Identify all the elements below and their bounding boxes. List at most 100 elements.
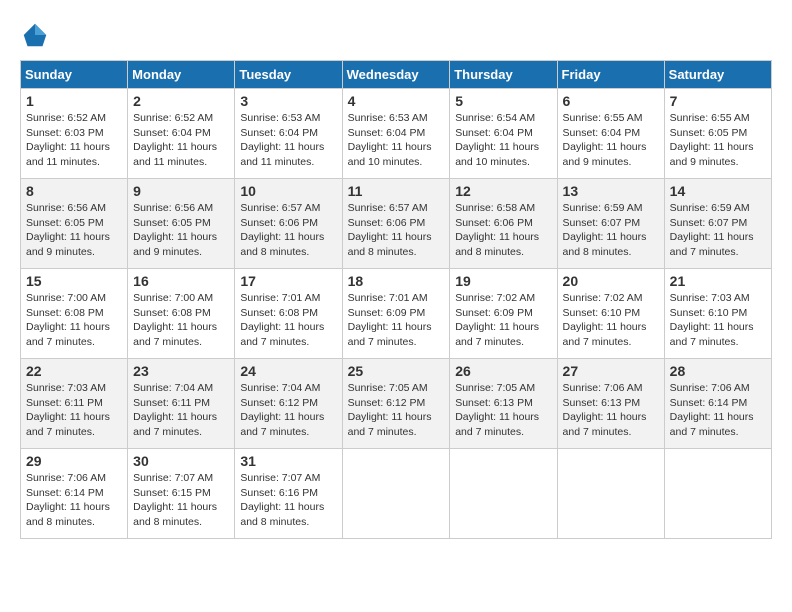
- day-number: 24: [240, 363, 336, 379]
- calendar-day-cell: 31 Sunrise: 7:07 AM Sunset: 6:16 PM Dayl…: [235, 449, 342, 539]
- day-info: Sunrise: 7:06 AM Sunset: 6:14 PM Dayligh…: [26, 471, 122, 530]
- sunset-label: Sunset: 6:06 PM: [455, 217, 533, 229]
- day-number: 18: [348, 273, 445, 289]
- sunrise-label: Sunrise: 6:55 AM: [670, 112, 750, 124]
- day-info: Sunrise: 7:06 AM Sunset: 6:13 PM Dayligh…: [563, 381, 659, 440]
- day-number: 31: [240, 453, 336, 469]
- day-info: Sunrise: 6:59 AM Sunset: 6:07 PM Dayligh…: [563, 201, 659, 260]
- day-number: 4: [348, 93, 445, 109]
- day-number: 28: [670, 363, 766, 379]
- calendar-day-cell: 15 Sunrise: 7:00 AM Sunset: 6:08 PM Dayl…: [21, 269, 128, 359]
- sunset-label: Sunset: 6:05 PM: [133, 217, 211, 229]
- daylight-label: Daylight: 11 hours and 7 minutes.: [670, 231, 754, 258]
- sunset-label: Sunset: 6:07 PM: [670, 217, 748, 229]
- sunset-label: Sunset: 6:12 PM: [348, 397, 426, 409]
- calendar-day-cell: 23 Sunrise: 7:04 AM Sunset: 6:11 PM Dayl…: [128, 359, 235, 449]
- sunset-label: Sunset: 6:11 PM: [133, 397, 210, 409]
- sunset-label: Sunset: 6:11 PM: [26, 397, 103, 409]
- calendar: Sunday Monday Tuesday Wednesday Thursday…: [20, 60, 772, 539]
- calendar-day-cell: 5 Sunrise: 6:54 AM Sunset: 6:04 PM Dayli…: [450, 89, 557, 179]
- header-thursday: Thursday: [450, 61, 557, 89]
- daylight-label: Daylight: 11 hours and 7 minutes.: [133, 411, 217, 438]
- daylight-label: Daylight: 11 hours and 10 minutes.: [348, 141, 432, 168]
- sunset-label: Sunset: 6:13 PM: [563, 397, 641, 409]
- sunset-label: Sunset: 6:09 PM: [455, 307, 533, 319]
- sunset-label: Sunset: 6:09 PM: [348, 307, 426, 319]
- daylight-label: Daylight: 11 hours and 7 minutes.: [455, 321, 539, 348]
- day-info: Sunrise: 7:02 AM Sunset: 6:09 PM Dayligh…: [455, 291, 551, 350]
- sunset-label: Sunset: 6:05 PM: [670, 127, 748, 139]
- day-info: Sunrise: 6:57 AM Sunset: 6:06 PM Dayligh…: [348, 201, 445, 260]
- sunset-label: Sunset: 6:08 PM: [133, 307, 211, 319]
- sunset-label: Sunset: 6:07 PM: [563, 217, 641, 229]
- daylight-label: Daylight: 11 hours and 8 minutes.: [563, 231, 647, 258]
- calendar-day-cell: 28 Sunrise: 7:06 AM Sunset: 6:14 PM Dayl…: [664, 359, 771, 449]
- sunrise-label: Sunrise: 6:58 AM: [455, 202, 535, 214]
- calendar-day-cell: 3 Sunrise: 6:53 AM Sunset: 6:04 PM Dayli…: [235, 89, 342, 179]
- sunset-label: Sunset: 6:15 PM: [133, 487, 211, 499]
- sunrise-label: Sunrise: 7:07 AM: [133, 472, 213, 484]
- calendar-header-row: Sunday Monday Tuesday Wednesday Thursday…: [21, 61, 772, 89]
- sunset-label: Sunset: 6:06 PM: [348, 217, 426, 229]
- calendar-day-cell: 14 Sunrise: 6:59 AM Sunset: 6:07 PM Dayl…: [664, 179, 771, 269]
- header: [20, 20, 772, 50]
- day-info: Sunrise: 6:58 AM Sunset: 6:06 PM Dayligh…: [455, 201, 551, 260]
- daylight-label: Daylight: 11 hours and 8 minutes.: [348, 231, 432, 258]
- calendar-day-cell: 25 Sunrise: 7:05 AM Sunset: 6:12 PM Dayl…: [342, 359, 450, 449]
- sunrise-label: Sunrise: 7:02 AM: [563, 292, 643, 304]
- header-wednesday: Wednesday: [342, 61, 450, 89]
- day-info: Sunrise: 6:54 AM Sunset: 6:04 PM Dayligh…: [455, 111, 551, 170]
- day-info: Sunrise: 7:06 AM Sunset: 6:14 PM Dayligh…: [670, 381, 766, 440]
- day-info: Sunrise: 7:01 AM Sunset: 6:09 PM Dayligh…: [348, 291, 445, 350]
- calendar-day-cell: 8 Sunrise: 6:56 AM Sunset: 6:05 PM Dayli…: [21, 179, 128, 269]
- day-number: 14: [670, 183, 766, 199]
- daylight-label: Daylight: 11 hours and 9 minutes.: [670, 141, 754, 168]
- sunrise-label: Sunrise: 7:05 AM: [455, 382, 535, 394]
- calendar-week-row: 22 Sunrise: 7:03 AM Sunset: 6:11 PM Dayl…: [21, 359, 772, 449]
- sunrise-label: Sunrise: 7:00 AM: [133, 292, 213, 304]
- day-info: Sunrise: 7:00 AM Sunset: 6:08 PM Dayligh…: [26, 291, 122, 350]
- sunrise-label: Sunrise: 7:04 AM: [240, 382, 320, 394]
- logo-icon: [20, 20, 50, 50]
- sunrise-label: Sunrise: 6:53 AM: [240, 112, 320, 124]
- day-info: Sunrise: 7:05 AM Sunset: 6:12 PM Dayligh…: [348, 381, 445, 440]
- calendar-day-cell: 26 Sunrise: 7:05 AM Sunset: 6:13 PM Dayl…: [450, 359, 557, 449]
- daylight-label: Daylight: 11 hours and 7 minutes.: [563, 411, 647, 438]
- day-info: Sunrise: 6:55 AM Sunset: 6:05 PM Dayligh…: [670, 111, 766, 170]
- sunrise-label: Sunrise: 7:02 AM: [455, 292, 535, 304]
- day-number: 30: [133, 453, 229, 469]
- daylight-label: Daylight: 11 hours and 8 minutes.: [455, 231, 539, 258]
- day-info: Sunrise: 7:03 AM Sunset: 6:11 PM Dayligh…: [26, 381, 122, 440]
- sunrise-label: Sunrise: 6:52 AM: [133, 112, 213, 124]
- sunset-label: Sunset: 6:04 PM: [240, 127, 318, 139]
- daylight-label: Daylight: 11 hours and 7 minutes.: [240, 321, 324, 348]
- day-number: 17: [240, 273, 336, 289]
- day-info: Sunrise: 6:59 AM Sunset: 6:07 PM Dayligh…: [670, 201, 766, 260]
- sunset-label: Sunset: 6:04 PM: [563, 127, 641, 139]
- calendar-day-cell: 13 Sunrise: 6:59 AM Sunset: 6:07 PM Dayl…: [557, 179, 664, 269]
- daylight-label: Daylight: 11 hours and 7 minutes.: [133, 321, 217, 348]
- sunrise-label: Sunrise: 6:59 AM: [563, 202, 643, 214]
- empty-cell: [450, 449, 557, 539]
- day-info: Sunrise: 7:03 AM Sunset: 6:10 PM Dayligh…: [670, 291, 766, 350]
- day-info: Sunrise: 6:57 AM Sunset: 6:06 PM Dayligh…: [240, 201, 336, 260]
- sunrise-label: Sunrise: 7:01 AM: [348, 292, 428, 304]
- sunrise-label: Sunrise: 6:56 AM: [26, 202, 106, 214]
- sunset-label: Sunset: 6:04 PM: [133, 127, 211, 139]
- day-number: 3: [240, 93, 336, 109]
- calendar-day-cell: 10 Sunrise: 6:57 AM Sunset: 6:06 PM Dayl…: [235, 179, 342, 269]
- sunset-label: Sunset: 6:08 PM: [26, 307, 104, 319]
- sunset-label: Sunset: 6:04 PM: [348, 127, 426, 139]
- day-info: Sunrise: 6:53 AM Sunset: 6:04 PM Dayligh…: [240, 111, 336, 170]
- sunrise-label: Sunrise: 7:06 AM: [563, 382, 643, 394]
- calendar-day-cell: 11 Sunrise: 6:57 AM Sunset: 6:06 PM Dayl…: [342, 179, 450, 269]
- sunset-label: Sunset: 6:03 PM: [26, 127, 104, 139]
- daylight-label: Daylight: 11 hours and 8 minutes.: [240, 501, 324, 528]
- daylight-label: Daylight: 11 hours and 10 minutes.: [455, 141, 539, 168]
- day-number: 15: [26, 273, 122, 289]
- day-number: 9: [133, 183, 229, 199]
- calendar-week-row: 1 Sunrise: 6:52 AM Sunset: 6:03 PM Dayli…: [21, 89, 772, 179]
- calendar-day-cell: 2 Sunrise: 6:52 AM Sunset: 6:04 PM Dayli…: [128, 89, 235, 179]
- sunset-label: Sunset: 6:14 PM: [26, 487, 104, 499]
- calendar-body: 1 Sunrise: 6:52 AM Sunset: 6:03 PM Dayli…: [21, 89, 772, 539]
